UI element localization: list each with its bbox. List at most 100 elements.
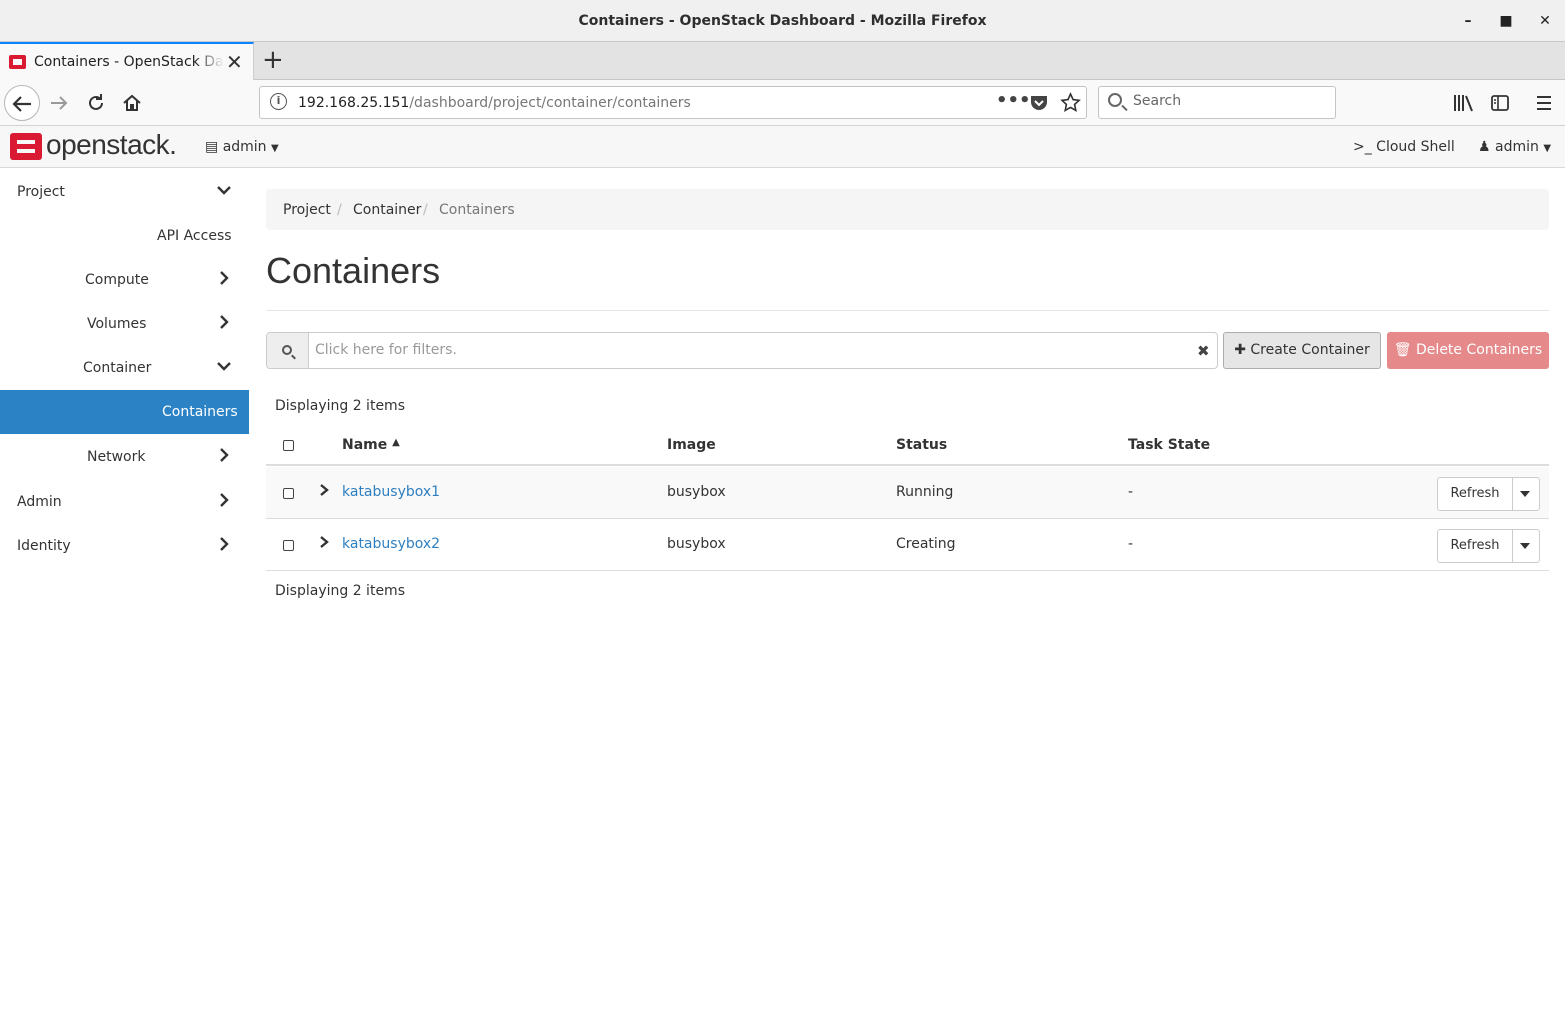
container-name-link[interactable]: katabusybox2 xyxy=(342,536,440,552)
navigation-toolbar: i 192.168.25.151/dashboard/project/conta… xyxy=(0,80,1565,126)
sidebar-item-identity[interactable]: Identity xyxy=(0,524,249,568)
user-menu-label: admin xyxy=(1495,139,1539,155)
back-button[interactable] xyxy=(4,85,40,121)
sidebar-item-api-access[interactable]: API Access xyxy=(0,214,249,258)
back-arrow-icon xyxy=(12,96,31,112)
browser-search-input[interactable] xyxy=(1133,93,1323,109)
project-selector[interactable]: ▤ admin ▼ xyxy=(205,139,279,155)
breadcrumb-container[interactable]: Container xyxy=(353,202,421,218)
sidebar-item-label: Network xyxy=(87,449,146,465)
container-name-link[interactable]: katabusybox1 xyxy=(342,484,440,500)
row-checkbox[interactable] xyxy=(283,540,294,551)
expand-row-chevron-icon[interactable] xyxy=(317,534,331,550)
forward-arrow-icon[interactable] xyxy=(48,92,70,114)
page-actions-icon[interactable]: ••• xyxy=(996,90,1031,111)
chevron-right-icon xyxy=(220,493,229,507)
openstack-logo-text[interactable]: openstack. xyxy=(46,129,177,161)
container-task-state: - xyxy=(1128,484,1134,500)
row-checkbox[interactable] xyxy=(283,488,294,499)
reload-icon[interactable] xyxy=(85,92,107,114)
url-text[interactable]: 192.168.25.151/dashboard/project/contain… xyxy=(298,95,691,111)
clear-filter-icon[interactable]: ✖ xyxy=(1197,342,1210,360)
sidebar-item-label: Volumes xyxy=(87,316,147,332)
filter-search-button[interactable] xyxy=(267,333,309,368)
sort-ascending-icon: ▲ xyxy=(392,437,400,448)
delete-containers-button[interactable]: 🗑 Delete Containers xyxy=(1387,332,1549,369)
address-bar[interactable]: i 192.168.25.151/dashboard/project/conta… xyxy=(259,86,1087,119)
breadcrumb-project[interactable]: Project xyxy=(283,202,331,218)
sidebar-item-label: Admin xyxy=(17,494,62,510)
bookmark-star-icon[interactable] xyxy=(1060,92,1081,113)
sidebar-item-container[interactable]: Container xyxy=(0,346,249,390)
row-actions: Refresh xyxy=(1437,477,1540,511)
chevron-right-icon xyxy=(220,537,229,551)
item-count-top: Displaying 2 items xyxy=(275,398,405,414)
home-icon[interactable] xyxy=(121,92,143,114)
sidebar-nav: Project API Access Compute Volumes Conta… xyxy=(0,168,249,1019)
pocket-icon[interactable] xyxy=(1029,93,1049,113)
library-icon[interactable] xyxy=(1453,93,1475,113)
sidebar-item-label: Containers xyxy=(162,404,238,420)
browser-search-box[interactable] xyxy=(1098,86,1336,119)
openstack-header: openstack. ▤ admin ▼ >_ Cloud Shell ♟ ad… xyxy=(0,126,1565,168)
sidebar-item-compute[interactable]: Compute xyxy=(0,258,249,302)
column-header-image[interactable]: Image xyxy=(667,437,716,453)
project-list-icon: ▤ xyxy=(205,139,219,155)
window-titlebar: Containers - OpenStack Dashboard - Mozil… xyxy=(0,0,1565,42)
chevron-right-icon xyxy=(220,315,229,329)
chevron-down-icon xyxy=(217,186,231,195)
refresh-button[interactable]: Refresh xyxy=(1438,478,1513,510)
table-row: katabusybox1 busybox Running - Refresh xyxy=(266,467,1549,519)
sidebar-item-containers[interactable]: Containers xyxy=(0,390,249,434)
sidebar-item-label: Project xyxy=(17,184,65,200)
column-header-name[interactable]: Name ▲ xyxy=(342,437,400,453)
row-actions: Refresh xyxy=(1437,529,1540,563)
sidebar-toggle-icon[interactable] xyxy=(1490,93,1510,113)
sidebar-item-admin[interactable]: Admin xyxy=(0,480,249,524)
browser-tab-active[interactable]: Containers - OpenStack Dashboard ✕ xyxy=(0,42,254,80)
tab-strip: Containers - OpenStack Dashboard ✕ + xyxy=(0,42,1565,80)
sidebar-item-volumes[interactable]: Volumes xyxy=(0,302,249,346)
hamburger-menu-icon[interactable] xyxy=(1535,94,1553,112)
site-info-icon[interactable]: i xyxy=(270,93,287,110)
page-title: Containers xyxy=(266,250,441,291)
expand-row-chevron-icon[interactable] xyxy=(317,482,331,498)
filter-box[interactable]: ✖ xyxy=(266,332,1218,369)
table-header: Name ▲ Image Status Task State xyxy=(266,425,1549,466)
select-all-checkbox[interactable] xyxy=(283,440,294,451)
container-status: Running xyxy=(896,484,954,500)
column-header-status[interactable]: Status xyxy=(896,437,947,453)
minimize-button[interactable]: – xyxy=(1457,10,1479,32)
sidebar-item-project[interactable]: Project xyxy=(0,170,249,214)
close-tab-icon[interactable]: ✕ xyxy=(226,50,243,74)
container-image: busybox xyxy=(667,484,726,500)
new-tab-button[interactable]: + xyxy=(262,45,284,75)
sidebar-item-label: Container xyxy=(83,360,152,376)
plus-icon: ✚ xyxy=(1234,342,1246,358)
row-actions-dropdown-icon[interactable] xyxy=(1520,543,1530,549)
breadcrumb-current: Containers xyxy=(439,202,515,218)
column-header-task-state[interactable]: Task State xyxy=(1128,437,1210,453)
filter-input[interactable] xyxy=(315,342,1175,358)
close-window-button[interactable]: ✕ xyxy=(1534,10,1556,32)
container-task-state: - xyxy=(1128,536,1134,552)
title-divider xyxy=(266,310,1549,311)
sidebar-item-network[interactable]: Network xyxy=(0,435,249,479)
create-container-label: Create Container xyxy=(1250,342,1370,358)
search-icon xyxy=(282,345,292,355)
cloud-shell-button[interactable]: >_ Cloud Shell xyxy=(1353,139,1455,155)
create-container-button[interactable]: ✚ Create Container xyxy=(1223,332,1381,369)
maximize-button[interactable]: ■ xyxy=(1495,10,1517,32)
row-actions-dropdown-icon[interactable] xyxy=(1520,491,1530,497)
container-status: Creating xyxy=(896,536,956,552)
item-count-bottom: Displaying 2 items xyxy=(275,583,405,599)
caret-down-icon: ▼ xyxy=(1543,143,1552,154)
user-menu[interactable]: ♟ admin ▼ xyxy=(1478,139,1551,155)
search-icon xyxy=(1108,93,1122,107)
openstack-logo-icon[interactable] xyxy=(10,133,42,160)
chevron-right-icon xyxy=(220,448,229,462)
caret-down-icon: ▼ xyxy=(271,143,279,154)
sidebar-item-label: Identity xyxy=(17,538,71,554)
refresh-button[interactable]: Refresh xyxy=(1438,530,1513,562)
project-selector-label: admin xyxy=(222,139,267,155)
